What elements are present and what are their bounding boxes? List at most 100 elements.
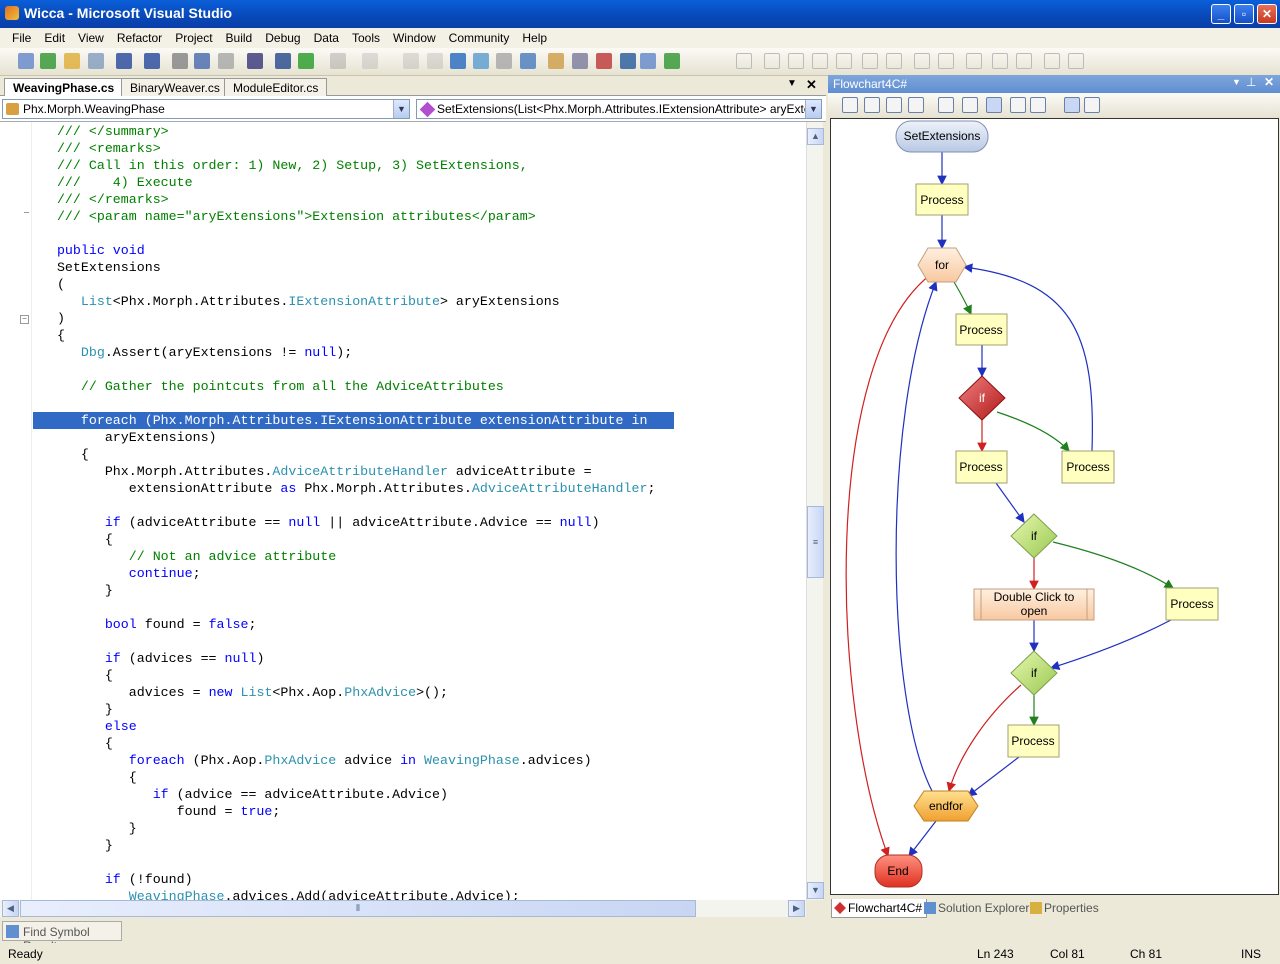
toolbar-button-icon[interactable]: [572, 53, 588, 69]
close-button[interactable]: ✕: [1257, 4, 1277, 24]
tab-solution-explorer[interactable]: Solution Explorer: [922, 899, 1033, 918]
menu-debug[interactable]: Debug: [259, 28, 307, 48]
menu-data[interactable]: Data: [308, 28, 346, 48]
layout-toolbar-button-icon[interactable]: [788, 53, 804, 69]
menu-window[interactable]: Window: [387, 28, 443, 48]
toolbar-button-icon[interactable]: [218, 53, 234, 69]
scroll-right-button[interactable]: ▶: [788, 900, 805, 917]
menu-community[interactable]: Community: [443, 28, 517, 48]
flowchart-tool-icon[interactable]: [886, 97, 902, 113]
menu-view[interactable]: View: [72, 28, 111, 48]
scroll-up-button[interactable]: ▲: [807, 128, 824, 145]
find-symbol-results-tab[interactable]: Find Symbol Results: [2, 921, 122, 953]
toolbar-button-icon[interactable]: [116, 53, 132, 69]
flowchart-tool-icon[interactable]: [1030, 97, 1046, 113]
tab-properties[interactable]: Properties: [1028, 899, 1103, 918]
toolbar-button-icon[interactable]: [298, 53, 314, 69]
chevron-down-icon[interactable]: ▼: [393, 100, 409, 118]
toolbar-button-icon[interactable]: [330, 53, 346, 69]
layout-toolbar-button-icon[interactable]: [938, 53, 954, 69]
toolbar-button-icon[interactable]: [520, 53, 536, 69]
flowchart-tool-icon[interactable]: [962, 97, 978, 113]
flowchart-tool-icon[interactable]: [986, 97, 1002, 113]
toolbar-button-icon[interactable]: [403, 53, 419, 69]
type-combo[interactable]: Phx.Morph.WeavingPhase ▼: [2, 99, 410, 119]
toolbar-button-icon[interactable]: [64, 53, 80, 69]
toolbar-button-icon[interactable]: [172, 53, 188, 69]
hscroll-thumb[interactable]: ⦀: [20, 900, 696, 917]
toolbar-button-icon[interactable]: [620, 53, 636, 69]
node-if[interactable]: if: [958, 375, 1006, 421]
node-process[interactable]: Process: [955, 313, 1008, 346]
layout-toolbar-button-icon[interactable]: [1044, 53, 1060, 69]
menu-help[interactable]: Help: [516, 28, 554, 48]
toolbar-button-icon[interactable]: [664, 53, 680, 69]
menu-project[interactable]: Project: [169, 28, 219, 48]
code-editor[interactable]: /// </summary> /// <remarks> /// Call in…: [0, 122, 806, 900]
tab-flowchart[interactable]: Flowchart4C#: [831, 899, 928, 918]
toolbar-button-icon[interactable]: [247, 53, 263, 69]
menu-edit[interactable]: Edit: [38, 28, 72, 48]
toolbar-button-icon[interactable]: [275, 53, 291, 69]
flowchart-tool-icon[interactable]: [1010, 97, 1026, 113]
node-start[interactable]: SetExtensions: [895, 120, 989, 153]
toolbar-button-icon[interactable]: [640, 53, 656, 69]
toolbar-button-icon[interactable]: [88, 53, 104, 69]
flowchart-tool-icon[interactable]: [908, 97, 924, 113]
node-process[interactable]: Process: [1165, 587, 1219, 621]
window-position-icon[interactable]: ▼: [1232, 77, 1241, 87]
node-if[interactable]: if: [1010, 513, 1058, 559]
maximize-button[interactable]: ▫: [1234, 4, 1254, 24]
toolbar-button-icon[interactable]: [548, 53, 564, 69]
node-subprocess[interactable]: Double Click to open: [973, 588, 1095, 621]
member-combo[interactable]: SetExtensions(List<Phx.Morph.Attributes.…: [416, 99, 822, 119]
menu-build[interactable]: Build: [220, 28, 260, 48]
flowchart-tool-icon[interactable]: [864, 97, 880, 113]
node-process[interactable]: Process: [915, 183, 969, 216]
horizontal-scrollbar[interactable]: ◀ ⦀ ▶: [0, 900, 806, 917]
node-process[interactable]: Process: [955, 450, 1008, 484]
node-process[interactable]: Process: [1007, 724, 1060, 758]
toolbar-button-icon[interactable]: [18, 53, 34, 69]
vertical-scrollbar[interactable]: ▲ ≡ ▼: [806, 122, 824, 900]
tab-list-dropdown-icon[interactable]: ▼: [787, 78, 797, 89]
toolbar-button-icon[interactable]: [362, 53, 378, 69]
flowchart-tool-icon[interactable]: [842, 97, 858, 113]
toolbar-button-icon[interactable]: [427, 53, 443, 69]
layout-toolbar-button-icon[interactable]: [914, 53, 930, 69]
flowchart-tool-icon[interactable]: [1064, 97, 1080, 113]
collapse-icon[interactable]: −: [20, 315, 29, 324]
flowchart-tool-icon[interactable]: [938, 97, 954, 113]
toolbar-button-icon[interactable]: [40, 53, 56, 69]
scroll-down-button[interactable]: ▼: [807, 882, 824, 899]
minimize-button[interactable]: _: [1211, 4, 1231, 24]
close-panel-icon[interactable]: ✕: [1264, 75, 1274, 89]
flowchart-diagram[interactable]: SetExtensions Process for Process if Pro…: [831, 119, 1280, 896]
node-endfor[interactable]: endfor: [913, 790, 979, 822]
menu-refactor[interactable]: Refactor: [111, 28, 169, 48]
flowchart-tool-icon[interactable]: [1084, 97, 1100, 113]
scroll-left-button[interactable]: ◀: [2, 900, 19, 917]
flowchart-canvas[interactable]: SetExtensions Process for Process if Pro…: [830, 118, 1279, 895]
layout-toolbar-button-icon[interactable]: [886, 53, 902, 69]
toolbar-button-icon[interactable]: [194, 53, 210, 69]
layout-toolbar-button-icon[interactable]: [812, 53, 828, 69]
layout-toolbar-button-icon[interactable]: [862, 53, 878, 69]
toolbar-button-icon[interactable]: [450, 53, 466, 69]
chevron-down-icon[interactable]: ▼: [805, 100, 821, 118]
toolbar-button-icon[interactable]: [144, 53, 160, 69]
close-document-icon[interactable]: ✕: [806, 77, 817, 93]
toolbar-button-icon[interactable]: [496, 53, 512, 69]
node-end[interactable]: End: [874, 854, 923, 888]
tab-moduleeditor[interactable]: ModuleEditor.cs: [224, 78, 328, 96]
layout-toolbar-button-icon[interactable]: [1068, 53, 1084, 69]
menu-tools[interactable]: Tools: [346, 28, 387, 48]
scroll-thumb[interactable]: ≡: [807, 506, 824, 578]
tab-binaryweaver[interactable]: BinaryWeaver.cs: [121, 78, 229, 96]
node-process[interactable]: Process: [1061, 450, 1115, 484]
layout-toolbar-button-icon[interactable]: [992, 53, 1008, 69]
layout-toolbar-button-icon[interactable]: [1016, 53, 1032, 69]
layout-toolbar-button-icon[interactable]: [836, 53, 852, 69]
layout-toolbar-button-icon[interactable]: [764, 53, 780, 69]
node-for[interactable]: for: [917, 247, 967, 283]
